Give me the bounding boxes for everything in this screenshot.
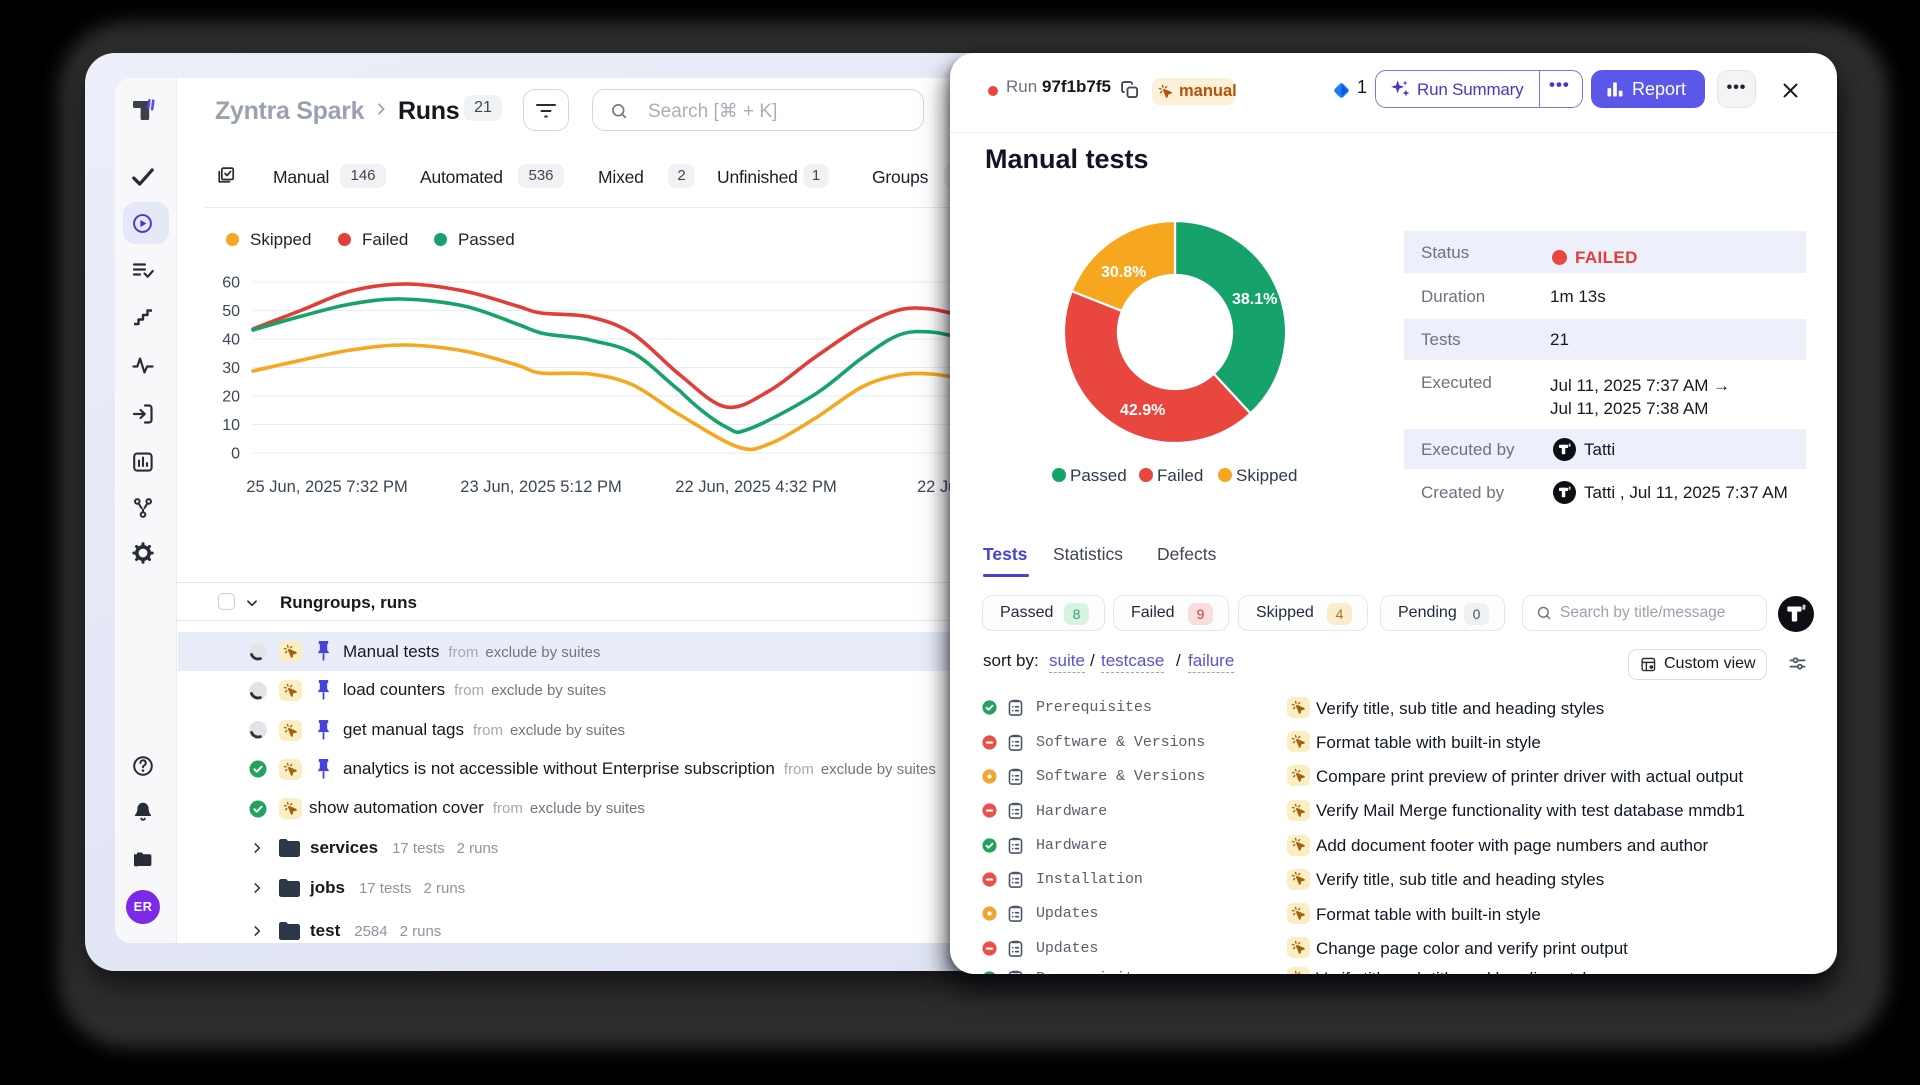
svg-text:40: 40 xyxy=(222,332,240,349)
svg-text:25 Jun, 2025 7:32 PM: 25 Jun, 2025 7:32 PM xyxy=(246,478,407,496)
svg-text:23 Jun, 2025 5:12 PM: 23 Jun, 2025 5:12 PM xyxy=(460,478,621,496)
svg-text:20: 20 xyxy=(222,389,240,406)
svg-text:22 Jun, 2025 4:32 PM: 22 Jun, 2025 4:32 PM xyxy=(675,478,836,496)
svg-text:30: 30 xyxy=(222,360,240,377)
svg-text:50: 50 xyxy=(222,303,240,320)
svg-text:10: 10 xyxy=(222,417,240,434)
svg-text:0: 0 xyxy=(231,446,240,463)
svg-text:60: 60 xyxy=(222,275,240,292)
